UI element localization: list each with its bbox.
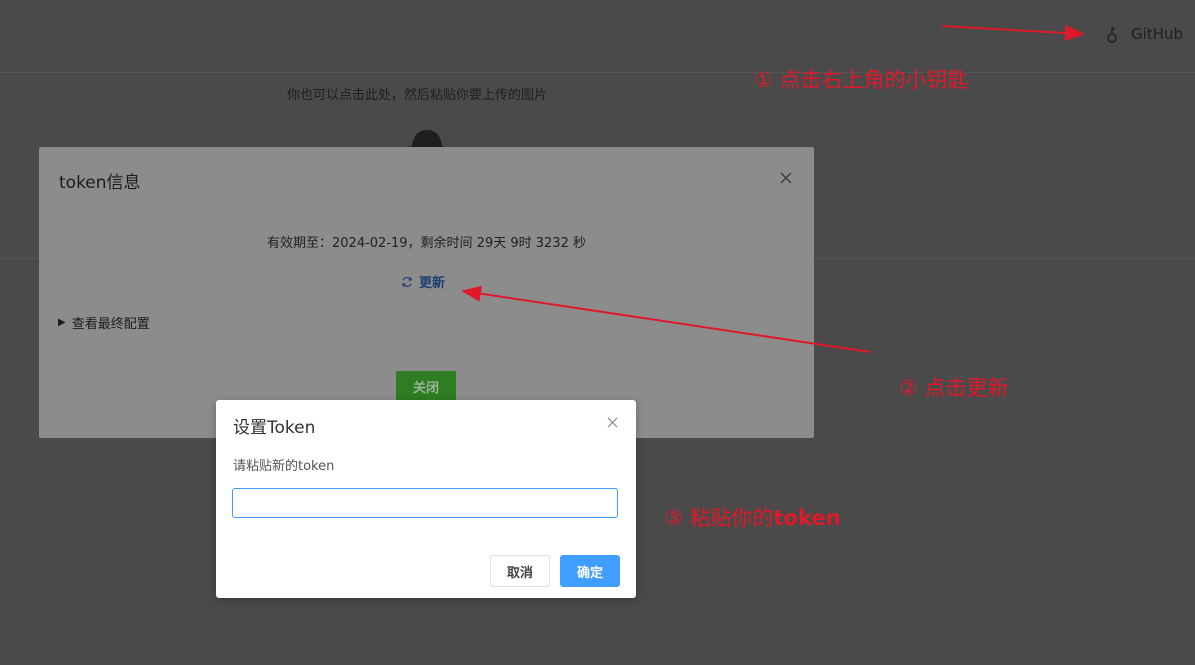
refresh-icon (402, 276, 412, 287)
token-prompt-label: 请粘贴新的token (233, 459, 335, 474)
confirm-button[interactable]: 确定 (560, 555, 620, 587)
expiry-text: 有效期至：2024-02-19，剩余时间 29天 9时 3232 秒 (267, 236, 586, 251)
annotation-step-3: ③ 粘贴你的token (664, 502, 841, 532)
token-dialog-title: token信息 (59, 173, 141, 193)
close-icon[interactable] (779, 171, 793, 185)
annotation-step-3-prefix: ③ 粘贴你的 (664, 506, 774, 530)
annotation-step-1: ① 点击右上角的小钥匙 (754, 68, 969, 92)
set-token-dialog: 设置Token 请粘贴新的token 取消 确定 (216, 400, 636, 598)
set-token-title: 设置Token (233, 418, 316, 438)
annotation-step-2: ② 点击更新 (899, 376, 1009, 400)
refresh-label: 更新 (419, 276, 446, 291)
close-button[interactable]: 关闭 (396, 371, 456, 401)
cancel-button[interactable]: 取消 (490, 555, 550, 587)
refresh-button[interactable]: 更新 (401, 272, 445, 291)
final-config-label: 查看最终配置 (71, 317, 150, 332)
token-info-dialog: token信息 有效期至：2024-02-19，剩余时间 29天 9时 3232… (39, 147, 814, 438)
final-config-toggle[interactable]: ▶ 查看最终配置 (58, 313, 150, 332)
triangle-right-icon: ▶ (58, 317, 66, 328)
close-icon[interactable] (607, 417, 618, 428)
key-icon[interactable] (1106, 26, 1120, 44)
github-link[interactable]: GitHub (1131, 25, 1183, 43)
token-input[interactable] (232, 488, 618, 518)
upload-hint[interactable]: 你也可以点击此处，然后粘贴你要上传的图片 (287, 84, 547, 103)
page-header: GitHub (0, 0, 1195, 73)
annotation-step-3-bold: token (773, 506, 841, 530)
